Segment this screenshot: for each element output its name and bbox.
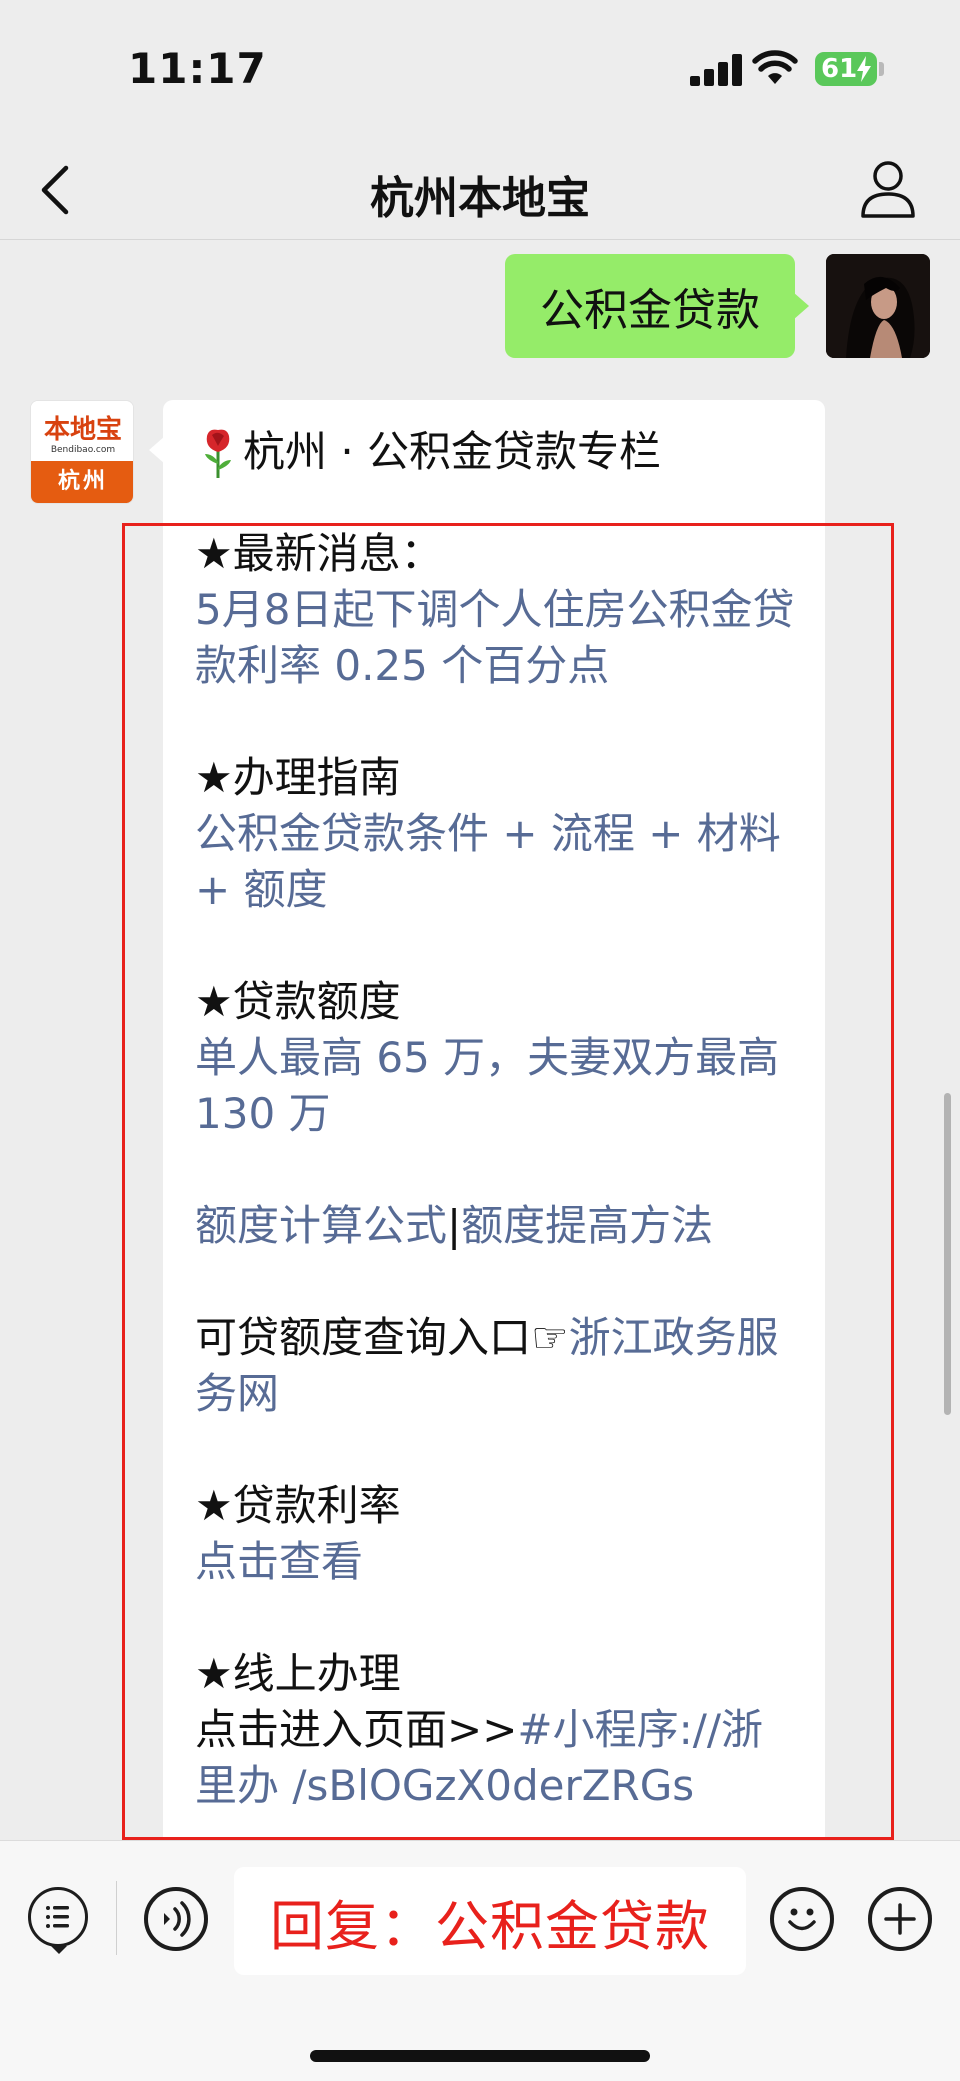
received-message-bubble: 杭州 · 公积金贷款专栏 ★最新消息： 5月8日起下调个人住房公积金贷款利率 0… — [149, 400, 825, 1850]
calc-link[interactable]: 额度计算公式 — [195, 1201, 447, 1250]
wifi-icon — [752, 50, 798, 84]
logo-subtext: Bendibao.com — [50, 445, 116, 455]
guide-link[interactable]: 公积金贷款条件 + 流程 + 材料 + 额度 — [195, 806, 805, 918]
battery-icon: 61 — [815, 52, 877, 86]
amount-link[interactable]: 单人最高 65 万，夫妻双方最高 130 万 — [195, 1030, 805, 1142]
battery-cap — [879, 62, 884, 76]
calc-line: 额度计算公式|额度提高方法 — [195, 1198, 805, 1254]
amount-title: ★贷款额度 — [195, 977, 401, 1026]
smiley-face — [788, 1908, 816, 1931]
nav-bar: 杭州本地宝 — [0, 140, 960, 240]
message-input-text: 回复：公积金贷款 — [270, 1894, 710, 1958]
calc-separator: | — [447, 1201, 462, 1250]
smiley-icon[interactable] — [770, 1887, 834, 1951]
guide-title: ★办理指南 — [195, 753, 401, 802]
voice-icon[interactable] — [144, 1887, 208, 1951]
input-divider — [116, 1881, 117, 1955]
news-link[interactable]: 5月8日起下调个人住房公积金贷款利率 0.25 个百分点 — [195, 582, 805, 694]
plus-sign — [884, 1903, 916, 1935]
my-avatar[interactable] — [826, 254, 930, 358]
home-indicator[interactable] — [310, 2050, 650, 2062]
rate-link[interactable]: 点击查看 — [195, 1534, 805, 1590]
list-menu-icon[interactable] — [28, 1887, 88, 1954]
battery-level: 61 — [821, 54, 858, 84]
logo-city: 杭州 — [31, 461, 133, 503]
online-text: 点击进入页面>> — [195, 1705, 518, 1754]
rose-emoji-icon — [205, 429, 231, 478]
input-bar: 回复：公积金贷款 — [0, 1840, 960, 2081]
message-content: ★最新消息： 5月8日起下调个人住房公积金贷款利率 0.25 个百分点 ★办理指… — [195, 526, 805, 1814]
scrollbar[interactable] — [944, 1093, 951, 1415]
official-account-avatar[interactable]: 本地宝 Bendibao.com 杭州 — [30, 400, 134, 504]
message-header-text: 杭州 · 公积金贷款专栏 — [243, 427, 662, 476]
list-lines — [46, 1906, 69, 1928]
voice-waves — [164, 1901, 191, 1937]
query-text: 可贷额度查询入口☞ — [195, 1313, 569, 1362]
sent-message-bubble[interactable]: 公积金贷款 — [505, 254, 809, 358]
charging-bolt-icon — [857, 56, 871, 82]
sent-message-text: 公积金贷款 — [540, 285, 760, 336]
news-title: ★最新消息： — [195, 529, 443, 578]
chat-title: 杭州本地宝 — [370, 173, 590, 224]
status-time: 11:17 — [128, 44, 267, 93]
cellular-signal-icon — [690, 54, 744, 86]
plus-icon[interactable] — [868, 1887, 932, 1951]
person-icon[interactable] — [858, 158, 918, 220]
logo-text: 本地宝 — [43, 415, 122, 445]
rate-title: ★贷款利率 — [195, 1481, 401, 1530]
message-input[interactable]: 回复：公积金贷款 — [234, 1867, 746, 1975]
raise-link[interactable]: 额度提高方法 — [461, 1201, 713, 1250]
query-line: 可贷额度查询入口☞浙江政务服务网 — [195, 1310, 805, 1422]
online-title: ★线上办理 — [195, 1649, 401, 1698]
status-bar: 11:17 61 — [0, 0, 960, 140]
profile-photo — [826, 254, 930, 358]
message-header: 杭州 · 公积金贷款专栏 — [199, 422, 793, 482]
online-line: 点击进入页面>>#小程序://浙里办 /sBlOGzX0derZRGs — [195, 1702, 805, 1814]
